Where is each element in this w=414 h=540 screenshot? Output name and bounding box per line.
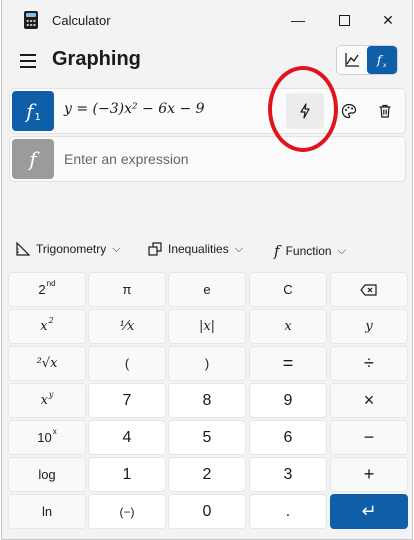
digit-5-key[interactable]: 5 (168, 420, 246, 455)
triangle-ruler-icon (16, 242, 30, 256)
ten-power-key[interactable]: 10 x (8, 420, 86, 455)
x-variable-key[interactable]: x (249, 309, 327, 344)
digit-2-key[interactable]: 2 (168, 457, 246, 492)
y-variable-key[interactable]: y (330, 309, 408, 344)
backspace-icon (360, 283, 377, 296)
second-key[interactable]: 2nd (8, 272, 86, 307)
log-key[interactable]: log (8, 457, 86, 492)
negate-key[interactable]: (−) (88, 494, 166, 529)
function-color-badge-empty: f (12, 139, 54, 179)
function-list-button[interactable]: f x (367, 46, 397, 74)
subtract-key[interactable]: − (330, 420, 408, 455)
title-bar: Calculator — ✕ (2, 0, 414, 40)
graph-icon (345, 53, 359, 67)
app-title: Calculator (52, 13, 111, 28)
function-icon: f x (376, 53, 387, 68)
open-paren-key[interactable]: ( (88, 346, 166, 381)
digit-1-key[interactable]: 1 (88, 457, 166, 492)
digit-8-key[interactable]: 8 (168, 383, 246, 418)
equals-key[interactable]: = (249, 346, 327, 381)
reciprocal-key[interactable]: ¹⁄x (88, 309, 166, 344)
clear-key[interactable]: C (249, 272, 327, 307)
digit-6-key[interactable]: 6 (249, 420, 327, 455)
trash-icon (379, 104, 391, 118)
function-color-badge[interactable]: f1 (12, 91, 54, 131)
multiply-key[interactable]: × (330, 383, 408, 418)
graph-view-button[interactable] (337, 46, 367, 74)
add-key[interactable]: + (330, 457, 408, 492)
digit-0-key[interactable]: 0 (168, 494, 246, 529)
trigonometry-label: Trigonometry (36, 242, 107, 256)
absolute-value-key[interactable]: |x| (168, 309, 246, 344)
digit-4-key[interactable]: 4 (88, 420, 166, 455)
square-root-key[interactable]: ²√x (8, 346, 86, 381)
svg-text:x: x (383, 62, 387, 68)
palette-icon (341, 103, 357, 119)
enter-key[interactable]: ↵ (330, 494, 408, 529)
ln-key[interactable]: ln (8, 494, 86, 529)
function-symbol-icon: f (274, 242, 280, 260)
delete-expression-button[interactable] (366, 93, 404, 129)
inequalities-label: Inequalities (168, 242, 229, 256)
inequalities-dropdown[interactable]: Inequalities ⌵ (148, 242, 243, 256)
close-paren-key[interactable]: ) (168, 346, 246, 381)
chevron-down-icon: ⌵ (112, 242, 121, 255)
trigonometry-dropdown[interactable]: Trigonometry ⌵ (16, 242, 121, 256)
keypad: 2nd π e C x2 ¹⁄x |x| x y ²√x ( ) = ÷ xy … (8, 272, 409, 534)
divide-key[interactable]: ÷ (330, 346, 408, 381)
expression-text[interactable]: y = (−3)x² − 6x − 9 (64, 101, 205, 117)
function-dropdown[interactable]: f Function ⌵ (274, 242, 346, 260)
annotation-circle (268, 66, 338, 152)
minimize-button[interactable]: — (278, 6, 318, 34)
expression-row-1[interactable]: f1 y = (−3)x² − 6x − 9 (9, 88, 406, 134)
graph-mode-toggle: f x (336, 45, 398, 75)
maximize-icon (338, 14, 350, 26)
e-key[interactable]: e (168, 272, 246, 307)
decimal-key[interactable]: . (249, 494, 327, 529)
pi-key[interactable]: π (88, 272, 166, 307)
power-key[interactable]: xy (8, 383, 86, 418)
digit-7-key[interactable]: 7 (88, 383, 166, 418)
chevron-down-icon: ⌵ (234, 242, 244, 255)
function-label: Function (285, 244, 332, 258)
digit-9-key[interactable]: 9 (249, 383, 327, 418)
backspace-key[interactable] (330, 272, 408, 307)
maximize-button[interactable] (324, 6, 364, 34)
inequality-icon (148, 242, 162, 256)
navigation-menu-button[interactable] (20, 54, 38, 68)
chevron-down-icon: ⌵ (337, 244, 346, 257)
expression-input[interactable]: Enter an expression (64, 151, 189, 167)
function-category-bar: Trigonometry ⌵ Inequalities ⌵ f Function… (2, 238, 414, 264)
calculator-app-icon (24, 11, 38, 29)
square-key[interactable]: x2 (8, 309, 86, 344)
calculator-window: Calculator — ✕ Graphing f x f1 y = (−3)x… (1, 0, 413, 540)
expression-row-2[interactable]: f Enter an expression (9, 136, 406, 182)
page-title: Graphing (52, 48, 141, 70)
close-button[interactable]: ✕ (368, 6, 408, 34)
digit-3-key[interactable]: 3 (249, 457, 327, 492)
